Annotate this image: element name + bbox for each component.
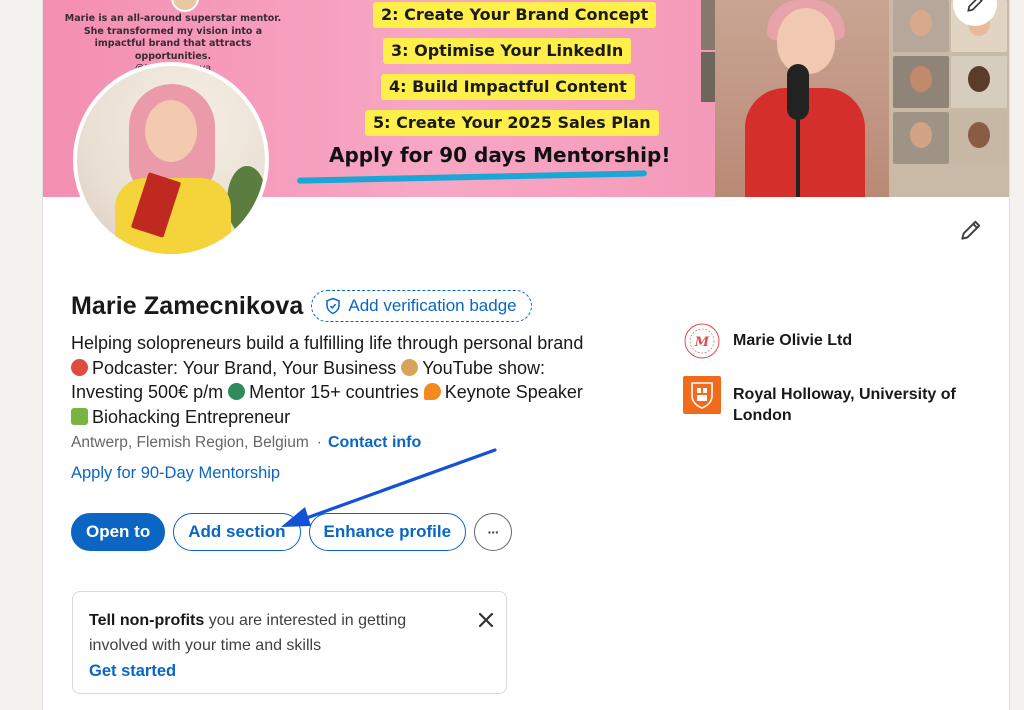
school-logo bbox=[683, 376, 721, 414]
add-verification-badge-button[interactable]: Add verification badge bbox=[311, 290, 532, 322]
edit-profile-button[interactable] bbox=[955, 214, 987, 246]
banner-step-5: 5: Create Your 2025 Sales Plan bbox=[365, 110, 659, 136]
location-row: Antwerp, Flemish Region, Belgium · Conta… bbox=[71, 434, 421, 452]
video-tile bbox=[893, 56, 949, 108]
video-tile bbox=[893, 0, 949, 52]
experience-item[interactable]: M Marie Olivie Ltd bbox=[683, 322, 1009, 360]
more-icon: ··· bbox=[487, 524, 500, 540]
banner-step-4: 4: Build Impactful Content bbox=[381, 74, 635, 100]
banner-cta: Apply for 90 days Mentorship! bbox=[329, 143, 671, 167]
enhance-profile-button[interactable]: Enhance profile bbox=[308, 513, 467, 551]
shield-check-icon bbox=[326, 297, 341, 315]
experience-summary: M Marie Olivie Ltd Royal Holloway, Unive… bbox=[683, 322, 1009, 442]
video-call-grid bbox=[889, 0, 1009, 197]
education-item[interactable]: Royal Holloway, University of London bbox=[683, 376, 1009, 426]
video-tile bbox=[951, 112, 1007, 164]
contact-info-link[interactable]: Contact info bbox=[328, 434, 421, 452]
quote-avatar bbox=[171, 0, 199, 12]
company-name: Marie Olivie Ltd bbox=[733, 332, 853, 349]
fire-icon bbox=[423, 383, 441, 400]
headline-text: Podcaster: Your Brand, Your Business bbox=[92, 357, 397, 378]
headline-text: Investing 500€ p/m bbox=[71, 382, 224, 402]
profile-headline: Helping solopreneurs build a fulfilling … bbox=[71, 331, 656, 429]
separator-dot: · bbox=[316, 434, 322, 451]
headline-text: Helping solopreneurs build a fulfilling … bbox=[71, 333, 584, 353]
profile-photo[interactable] bbox=[73, 62, 269, 258]
name-row: Marie Zamecnikova Add verification badge bbox=[71, 290, 532, 322]
verification-label: Add verification badge bbox=[348, 296, 517, 315]
get-started-link[interactable]: Get started bbox=[89, 662, 490, 681]
rocket-icon bbox=[71, 358, 88, 376]
banner-step-3: 3: Optimise Your LinkedIn bbox=[383, 38, 632, 64]
notice-text: Tell non-profits you are interested in g… bbox=[89, 608, 469, 658]
mentorship-link[interactable]: Apply for 90-Day Mentorship bbox=[71, 464, 280, 483]
company-logo: M bbox=[683, 322, 721, 360]
svg-text:M: M bbox=[694, 335, 710, 350]
headline-text: YouTube show: bbox=[422, 357, 545, 378]
globe-icon bbox=[228, 383, 246, 400]
banner-quote-text: Marie is an all-around superstar mentor.… bbox=[64, 13, 282, 62]
close-notice-button[interactable] bbox=[476, 610, 496, 630]
more-actions-button[interactable]: ··· bbox=[474, 513, 513, 551]
nonprofit-notice-card: Tell non-profits you are interested in g… bbox=[72, 591, 507, 694]
location-text: Antwerp, Flemish Region, Belgium bbox=[71, 434, 309, 451]
banner-photo bbox=[715, 0, 889, 197]
video-tile bbox=[893, 112, 949, 164]
money-bag-icon bbox=[401, 358, 419, 376]
profile-actions: Open to Add section Enhance profile ··· bbox=[71, 513, 513, 551]
pencil-icon bbox=[961, 220, 981, 240]
open-to-button[interactable]: Open to bbox=[71, 513, 166, 551]
headline-text: Biohacking Entrepreneur bbox=[92, 406, 291, 427]
school-name: Royal Holloway, University of London bbox=[733, 386, 956, 424]
profile-card: Marie is an all-around superstar mentor.… bbox=[42, 0, 1010, 710]
notice-bold: Tell non-profits bbox=[89, 612, 205, 629]
banner-step-2: 2: Create Your Brand Concept bbox=[373, 2, 657, 28]
video-tile bbox=[951, 56, 1007, 108]
headline-text: Keynote Speaker bbox=[444, 382, 583, 402]
seedling-icon bbox=[71, 407, 88, 425]
close-icon bbox=[478, 612, 494, 628]
add-section-button[interactable]: Add section bbox=[173, 513, 301, 551]
profile-name: Marie Zamecnikova bbox=[71, 291, 304, 320]
headline-text: Mentor 15+ countries bbox=[249, 382, 419, 402]
pencil-icon bbox=[967, 0, 983, 12]
banner-underline bbox=[296, 170, 648, 184]
